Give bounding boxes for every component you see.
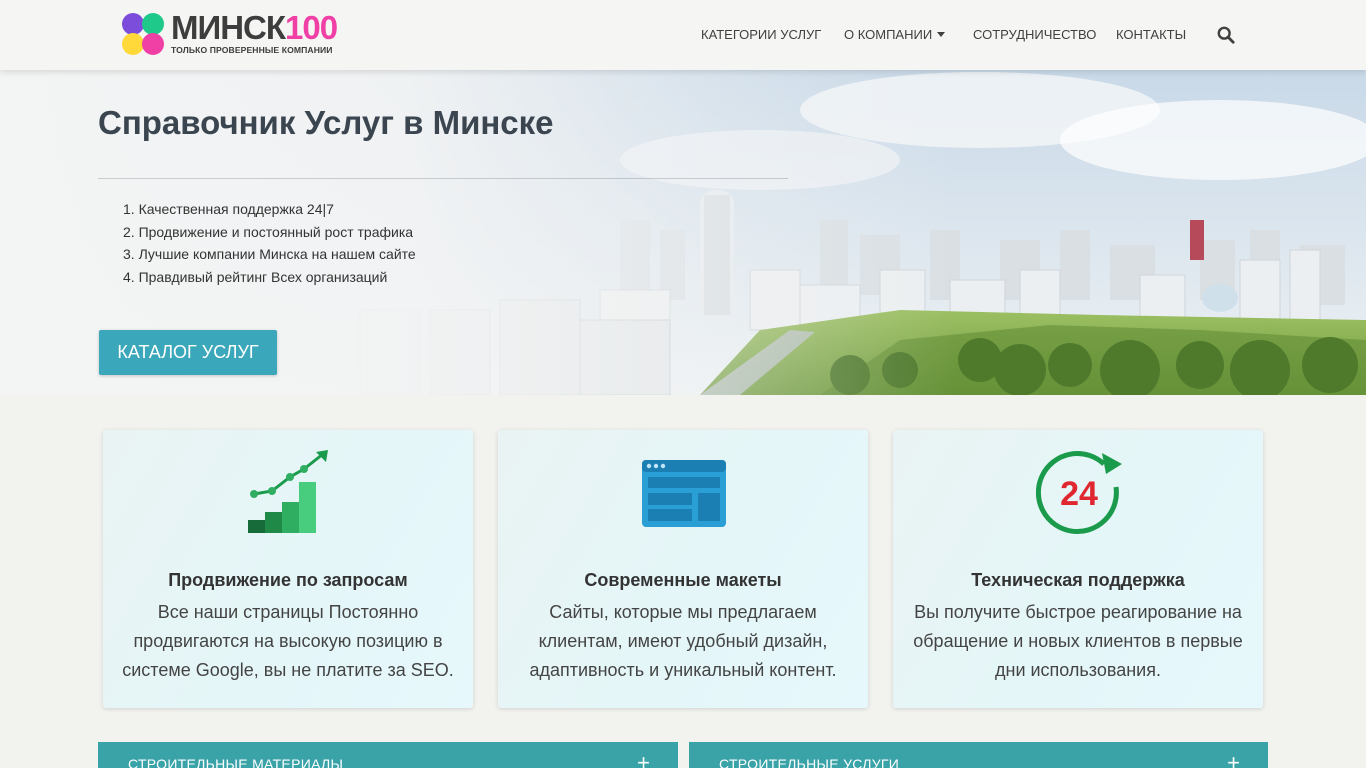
list-item: 4. Правдивый рейтинг Всех организаций xyxy=(123,269,388,286)
catalog-button[interactable]: КАТАЛОГ УСЛУГ xyxy=(99,330,277,375)
search-icon[interactable] xyxy=(1217,26,1235,44)
category-label: СТРОИТЕЛЬНЫЕ МАТЕРИАЛЫ xyxy=(128,756,344,768)
feature-text: Все наши страницы Постоянно продвигаются… xyxy=(122,602,454,680)
hero-banner: Справочник Услуг в Минске 1. Качественна… xyxy=(0,70,1366,395)
logo-wordmark: МИНСК100 xyxy=(171,9,338,46)
hero-title: Справочник Услуг в Минске xyxy=(98,104,554,141)
hero-divider xyxy=(98,178,788,179)
svg-text:24: 24 xyxy=(1060,475,1098,513)
top-navbar: МИНСК100 ТОЛЬКО ПРОВЕРЕННЫЕ КОМПАНИИ КАТ… xyxy=(0,0,1366,70)
feature-title: Продвижение по запросам xyxy=(168,570,408,590)
list-item: 3. Лучшие компании Минска на нашем сайте xyxy=(123,246,416,263)
feature-card-support: 24 Техническая поддержка Вы получите быс… xyxy=(893,430,1263,708)
growth-chart-icon xyxy=(248,450,328,533)
expand-plus-icon[interactable]: + xyxy=(637,752,650,768)
feature-text: Сайты, которые мы предлагаем клиентам, и… xyxy=(529,602,837,680)
nav-item-cooperation[interactable]: СОТРУДНИЧЕСТВО xyxy=(973,0,1096,70)
logo-dots-icon xyxy=(121,12,167,58)
nav-item-categories[interactable]: КАТЕГОРИИ УСЛУГ xyxy=(701,0,821,70)
list-item: 1. Качественная поддержка 24|7 xyxy=(123,201,334,217)
layout-template-icon xyxy=(642,460,726,527)
feature-card-promotion: Продвижение по запросам Все наши страниц… xyxy=(103,430,473,708)
site-logo[interactable]: МИНСК100 ТОЛЬКО ПРОВЕРЕННЫЕ КОМПАНИИ xyxy=(121,10,338,60)
support-24-icon: 24 xyxy=(1036,451,1122,535)
nav-item-about[interactable]: О КОМПАНИИ xyxy=(844,0,946,70)
feature-text: Вы получите быстрое реагирование на обра… xyxy=(913,602,1243,680)
feature-title: Техническая поддержка xyxy=(971,570,1185,590)
category-label: СТРОИТЕЛЬНЫЕ УСЛУГИ xyxy=(719,756,900,768)
list-item: 2. Продвижение и постоянный рост трафика xyxy=(123,223,414,240)
feature-title: Современные макеты xyxy=(584,570,782,590)
nav-item-contacts[interactable]: КОНТАКТЫ xyxy=(1116,0,1186,70)
category-accordion-building-services[interactable]: СТРОИТЕЛЬНЫЕ УСЛУГИ + xyxy=(689,742,1268,768)
hero-benefits-list: 1. Качественная поддержка 24|7 2. Продви… xyxy=(123,198,416,289)
feature-card-layouts: Современные макеты Сайты, которые мы пре… xyxy=(498,430,868,708)
logo-tagline: ТОЛЬКО ПРОВЕРЕННЫЕ КОМПАНИИ xyxy=(171,45,333,55)
expand-plus-icon[interactable]: + xyxy=(1227,752,1240,768)
category-accordion-building-materials[interactable]: СТРОИТЕЛЬНЫЕ МАТЕРИАЛЫ + xyxy=(98,742,678,768)
caret-down-icon xyxy=(937,32,946,37)
